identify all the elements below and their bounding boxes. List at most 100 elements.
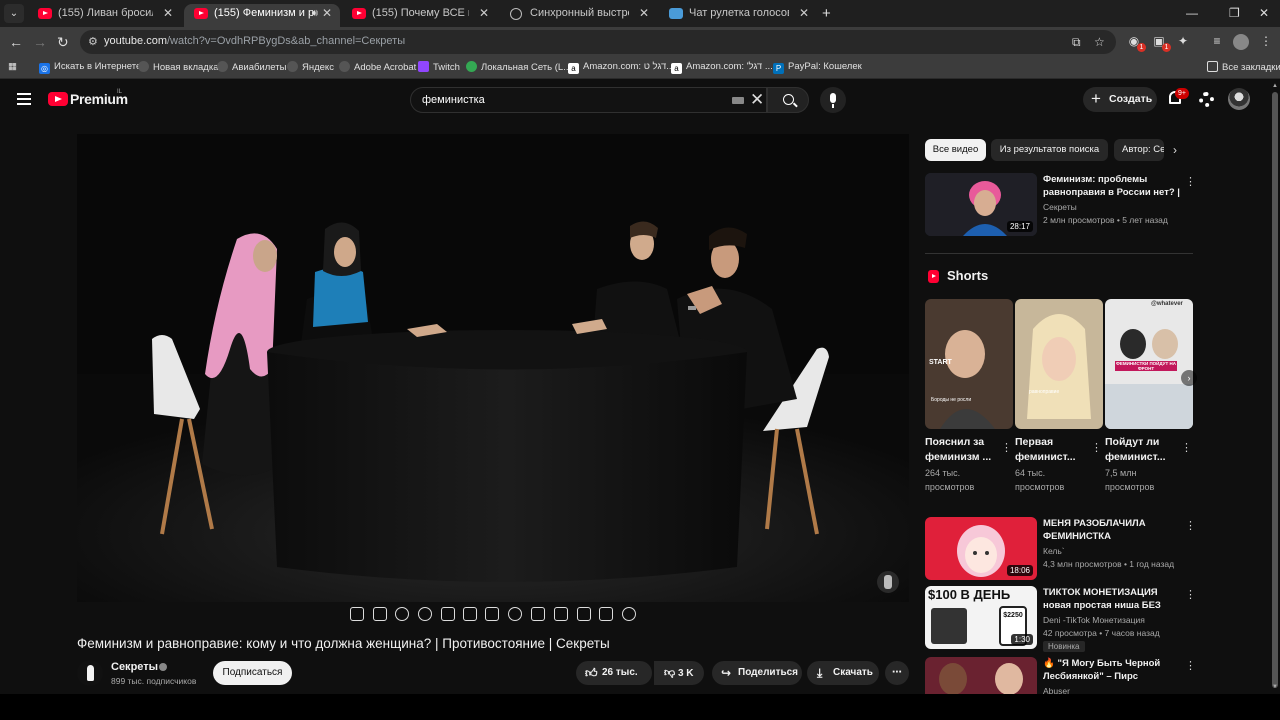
more-vertical-icon[interactable]: ⋮ — [1181, 441, 1192, 454]
youtube-logo-icon[interactable] — [48, 92, 68, 106]
more-vertical-icon[interactable]: ⋮ — [1001, 441, 1012, 454]
scroll-up-arrow-icon[interactable]: ▲ — [1272, 83, 1278, 89]
bookmark-amazon-1[interactable]: aAmazon.com: דגל ט... — [568, 61, 674, 74]
minimize-icon[interactable]: — — [1186, 6, 1198, 20]
scroll-down-arrow-icon[interactable]: ▼ — [1272, 684, 1278, 690]
install-app-icon[interactable]: ⧉ — [1072, 35, 1081, 50]
chip-author[interactable]: Автор: Секреты — [1114, 139, 1164, 161]
account-avatar[interactable] — [1228, 88, 1250, 110]
refresh-icon[interactable] — [622, 607, 636, 621]
voice-search-mic-icon[interactable] — [820, 87, 846, 113]
channel-name[interactable]: Секреты — [1043, 202, 1077, 212]
search-button[interactable] — [767, 87, 809, 113]
dislike-button[interactable]: 👎︎ 3 K — [654, 661, 704, 685]
bookmark-twitch[interactable]: Twitch — [418, 61, 460, 73]
more-vertical-icon[interactable]: ⋮ — [1091, 441, 1102, 454]
extensions-puzzle-icon[interactable]: ✦ — [1175, 34, 1191, 50]
video-thumbnail[interactable] — [925, 657, 1037, 694]
chip-all-videos[interactable]: Все видео — [925, 139, 986, 161]
open-external-icon[interactable] — [531, 607, 545, 621]
video-thumbnail[interactable]: 28:17 — [925, 173, 1037, 236]
close-icon[interactable]: ✕ — [322, 4, 332, 23]
apps-grid-icon[interactable]: ▦ — [8, 61, 17, 72]
like-button[interactable]: 👍︎ 26 тыс. — [576, 661, 652, 685]
bookmark-avia[interactable]: Авиабилеты — [217, 61, 286, 73]
url-field[interactable]: ⚙ youtube.com/watch?v=OvdhRPBygDs&ab_cha… — [80, 30, 1116, 54]
video-thumbnail[interactable]: 18:06 — [925, 517, 1037, 580]
short-title[interactable]: Первая феминист... — [1015, 435, 1085, 465]
video-thumbnail[interactable]: $100 В ДЕНЬ $2250 1:30 — [925, 586, 1037, 649]
more-vertical-icon[interactable]: ⋮ — [1185, 519, 1196, 532]
short-item[interactable]: START Бороды не росли Пояснил за феминиз… — [925, 299, 1013, 494]
mini-player-icon[interactable] — [554, 607, 568, 621]
browser-tab-1[interactable]: (155) Ливан бросил вызов Хезболле ✕ — [28, 4, 181, 27]
bookmark-paypal[interactable]: P PayPal: Кошелек — [773, 61, 862, 74]
page-scrollbar[interactable] — [1270, 80, 1280, 694]
new-tab-button[interactable]: + — [822, 5, 831, 22]
chip-from-search[interactable]: Из результатов поиска — [991, 139, 1108, 161]
channel-name[interactable]: Секреты — [111, 661, 158, 673]
power-icon[interactable] — [418, 607, 432, 621]
short-thumbnail[interactable]: @whatever ФЕМИНИСТКИ ПОЙДУТ НА ФРОНТ — [1105, 299, 1193, 429]
chevron-right-icon[interactable]: › — [1181, 370, 1197, 386]
bookmark-local-network[interactable]: Локальная Сеть (L... — [466, 61, 571, 73]
clear-search-icon[interactable]: ✕ — [750, 90, 764, 110]
back-arrow-icon[interactable]: ← — [9, 34, 23, 50]
download-button[interactable]: ⤓ Скачать — [807, 661, 879, 685]
scrollbar-thumb[interactable] — [1272, 92, 1278, 688]
speed-icon[interactable] — [395, 607, 409, 621]
download-file-icon[interactable] — [463, 607, 477, 621]
extension-icon-2[interactable]: ▣ 1 — [1151, 34, 1171, 52]
browser-tab-4[interactable]: Синхронный выстрел дрона ✕ — [500, 4, 657, 27]
reload-icon[interactable]: ↻ — [57, 34, 69, 51]
all-bookmarks-folder[interactable]: Все закладки — [1207, 61, 1280, 73]
channel-name[interactable]: Кель` — [1043, 546, 1065, 556]
more-vertical-icon[interactable]: ⋮ — [1185, 659, 1195, 672]
bookmark-amazon-2[interactable]: a Amazon.com: 'דגל ... — [671, 61, 773, 74]
screenshot-icon[interactable] — [350, 607, 364, 621]
short-title[interactable]: Пойдут ли феминист... — [1105, 435, 1175, 465]
chevron-right-icon[interactable]: › — [1173, 143, 1177, 157]
recommended-video-3[interactable]: $100 В ДЕНЬ $2250 1:30 ТИКТОК МОНЕТИЗАЦИ… — [925, 586, 1196, 656]
short-item[interactable]: равноправие Первая феминист... 64 тыс. п… — [1015, 299, 1103, 494]
close-icon[interactable]: ✕ — [163, 4, 173, 23]
site-info-icon[interactable]: ⚙ — [88, 35, 100, 48]
browser-tab-5[interactable]: Чат рулетка голосовая — Nekto ✕ — [659, 4, 817, 27]
recommended-video-4[interactable]: 🔥 "Я Могу Быть Черной Лесбиянкой" – Пирс… — [925, 657, 1195, 694]
more-vertical-icon[interactable]: ⋮ — [1185, 588, 1196, 601]
loop-icon[interactable] — [441, 607, 455, 621]
short-item[interactable]: @whatever ФЕМИНИСТКИ ПОЙДУТ НА ФРОНТ Пой… — [1105, 299, 1193, 494]
create-button[interactable]: Создать — [1083, 86, 1157, 112]
video-title[interactable]: ТИКТОК МОНЕТИЗАЦИЯ новая простая ниша БЕ… — [1043, 586, 1181, 612]
channel-name[interactable]: Deni -TikTok Монетизация — [1043, 615, 1145, 625]
recommended-video-1[interactable]: 28:17 Феминизм: проблемы равноправия в Р… — [925, 173, 1196, 238]
maximize-icon[interactable]: ❐ — [1229, 6, 1240, 20]
browser-tab-2-active[interactable]: (155) Феминизм и равноправие 🔊︎ ✕ — [184, 4, 340, 27]
bookmark-yandex[interactable]: Яндекс — [287, 61, 334, 73]
profile-avatar-icon[interactable] — [1233, 34, 1249, 50]
extension-icon-1[interactable]: ◉ 1 — [1126, 34, 1146, 52]
pdf-icon[interactable] — [485, 607, 499, 621]
reading-list-icon[interactable]: ≡ — [1209, 34, 1225, 50]
bookmark-acrobat[interactable]: Adobe Acrobat — [339, 61, 416, 73]
video-title[interactable]: МЕНЯ РАЗОБЛАЧИЛА ФЕМИНИСТКА — [1043, 517, 1181, 543]
bookmark-star-icon[interactable]: ☆ — [1094, 35, 1105, 49]
more-actions-button[interactable]: ⋯ — [885, 661, 909, 685]
short-title[interactable]: Пояснил за феминизм ... — [925, 435, 995, 465]
menu-icon[interactable] — [17, 93, 31, 105]
channel-avatar[interactable] — [77, 660, 103, 686]
gear-icon[interactable] — [1199, 92, 1214, 107]
bookmark-new-tab[interactable]: Новая вкладка — [138, 61, 218, 73]
keyboard-icon[interactable] — [732, 97, 744, 104]
close-window-icon[interactable]: ✕ — [1259, 6, 1269, 20]
forward-arrow-icon[interactable]: → — [33, 34, 47, 50]
bookmark-search-web[interactable]: ◎ Искать в Интернете — [39, 61, 141, 74]
video-title[interactable]: Феминизм: проблемы равноправия в России … — [1043, 173, 1181, 199]
channel-name[interactable]: Abuser — [1043, 686, 1070, 694]
picture-in-picture-icon[interactable] — [599, 607, 613, 621]
close-circle-icon[interactable] — [508, 607, 522, 621]
share-button[interactable]: ↪ Поделиться — [712, 661, 802, 685]
recommended-video-2[interactable]: 18:06 МЕНЯ РАЗОБЛАЧИЛА ФЕМИНИСТКА Кель` … — [925, 517, 1196, 582]
tab-search-button[interactable]: ⌄ — [4, 4, 24, 23]
search-input[interactable]: феминистка ✕ — [410, 87, 767, 113]
